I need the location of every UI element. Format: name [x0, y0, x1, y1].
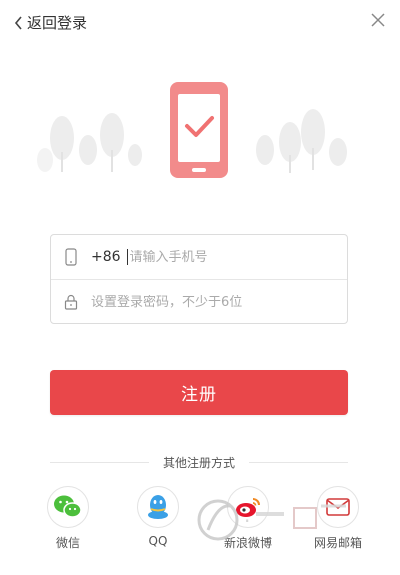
wechat-register-button[interactable]: 微信	[38, 486, 98, 551]
back-to-login-link[interactable]: 返回登录	[14, 12, 87, 33]
chevron-left-icon	[14, 15, 22, 30]
mobile-phone-icon	[51, 248, 91, 266]
country-code[interactable]: +86	[91, 249, 121, 265]
close-icon	[371, 13, 385, 27]
qq-label: QQ	[148, 534, 168, 548]
close-button[interactable]	[370, 12, 386, 28]
weibo-icon	[227, 486, 269, 528]
other-methods-divider: 其他注册方式	[50, 452, 349, 472]
phone-row: +86	[51, 235, 347, 280]
divider-line-right	[249, 461, 349, 463]
lock-icon	[51, 294, 91, 310]
netease-mail-register-button[interactable]: 网易邮箱	[308, 486, 368, 551]
netease-mail-label: 网易邮箱	[313, 536, 362, 550]
tree-decoration-right	[256, 109, 347, 173]
top-bar: 返回登录	[0, 0, 400, 44]
wechat-icon	[47, 486, 89, 528]
text-caret	[126, 249, 128, 265]
hero-illustration	[37, 82, 347, 178]
divider-line-left	[50, 461, 149, 463]
weibo-register-button[interactable]: 新浪微博	[218, 486, 278, 551]
register-dialog: 返回登录 +86 请输入手机号 注册 其他注册方式 微信 QQ 新浪微博 网易邮…	[0, 0, 400, 575]
password-row	[51, 280, 347, 324]
back-label: 返回登录	[27, 14, 88, 32]
social-register-options: 微信 QQ 新浪微博 网易邮箱	[38, 486, 368, 556]
phone-check-icon	[170, 82, 228, 178]
qq-register-button[interactable]: QQ	[128, 486, 188, 548]
register-form: +86	[50, 234, 348, 324]
register-button[interactable]: 注册	[50, 370, 348, 415]
netease-mail-icon	[317, 486, 359, 528]
weibo-label: 新浪微博	[223, 536, 272, 550]
tree-decoration-left	[37, 113, 142, 172]
qq-icon	[137, 486, 179, 528]
wechat-label: 微信	[55, 536, 80, 550]
other-methods-label: 其他注册方式	[163, 455, 236, 470]
phone-input[interactable]	[129, 249, 347, 265]
password-input[interactable]	[91, 294, 347, 310]
